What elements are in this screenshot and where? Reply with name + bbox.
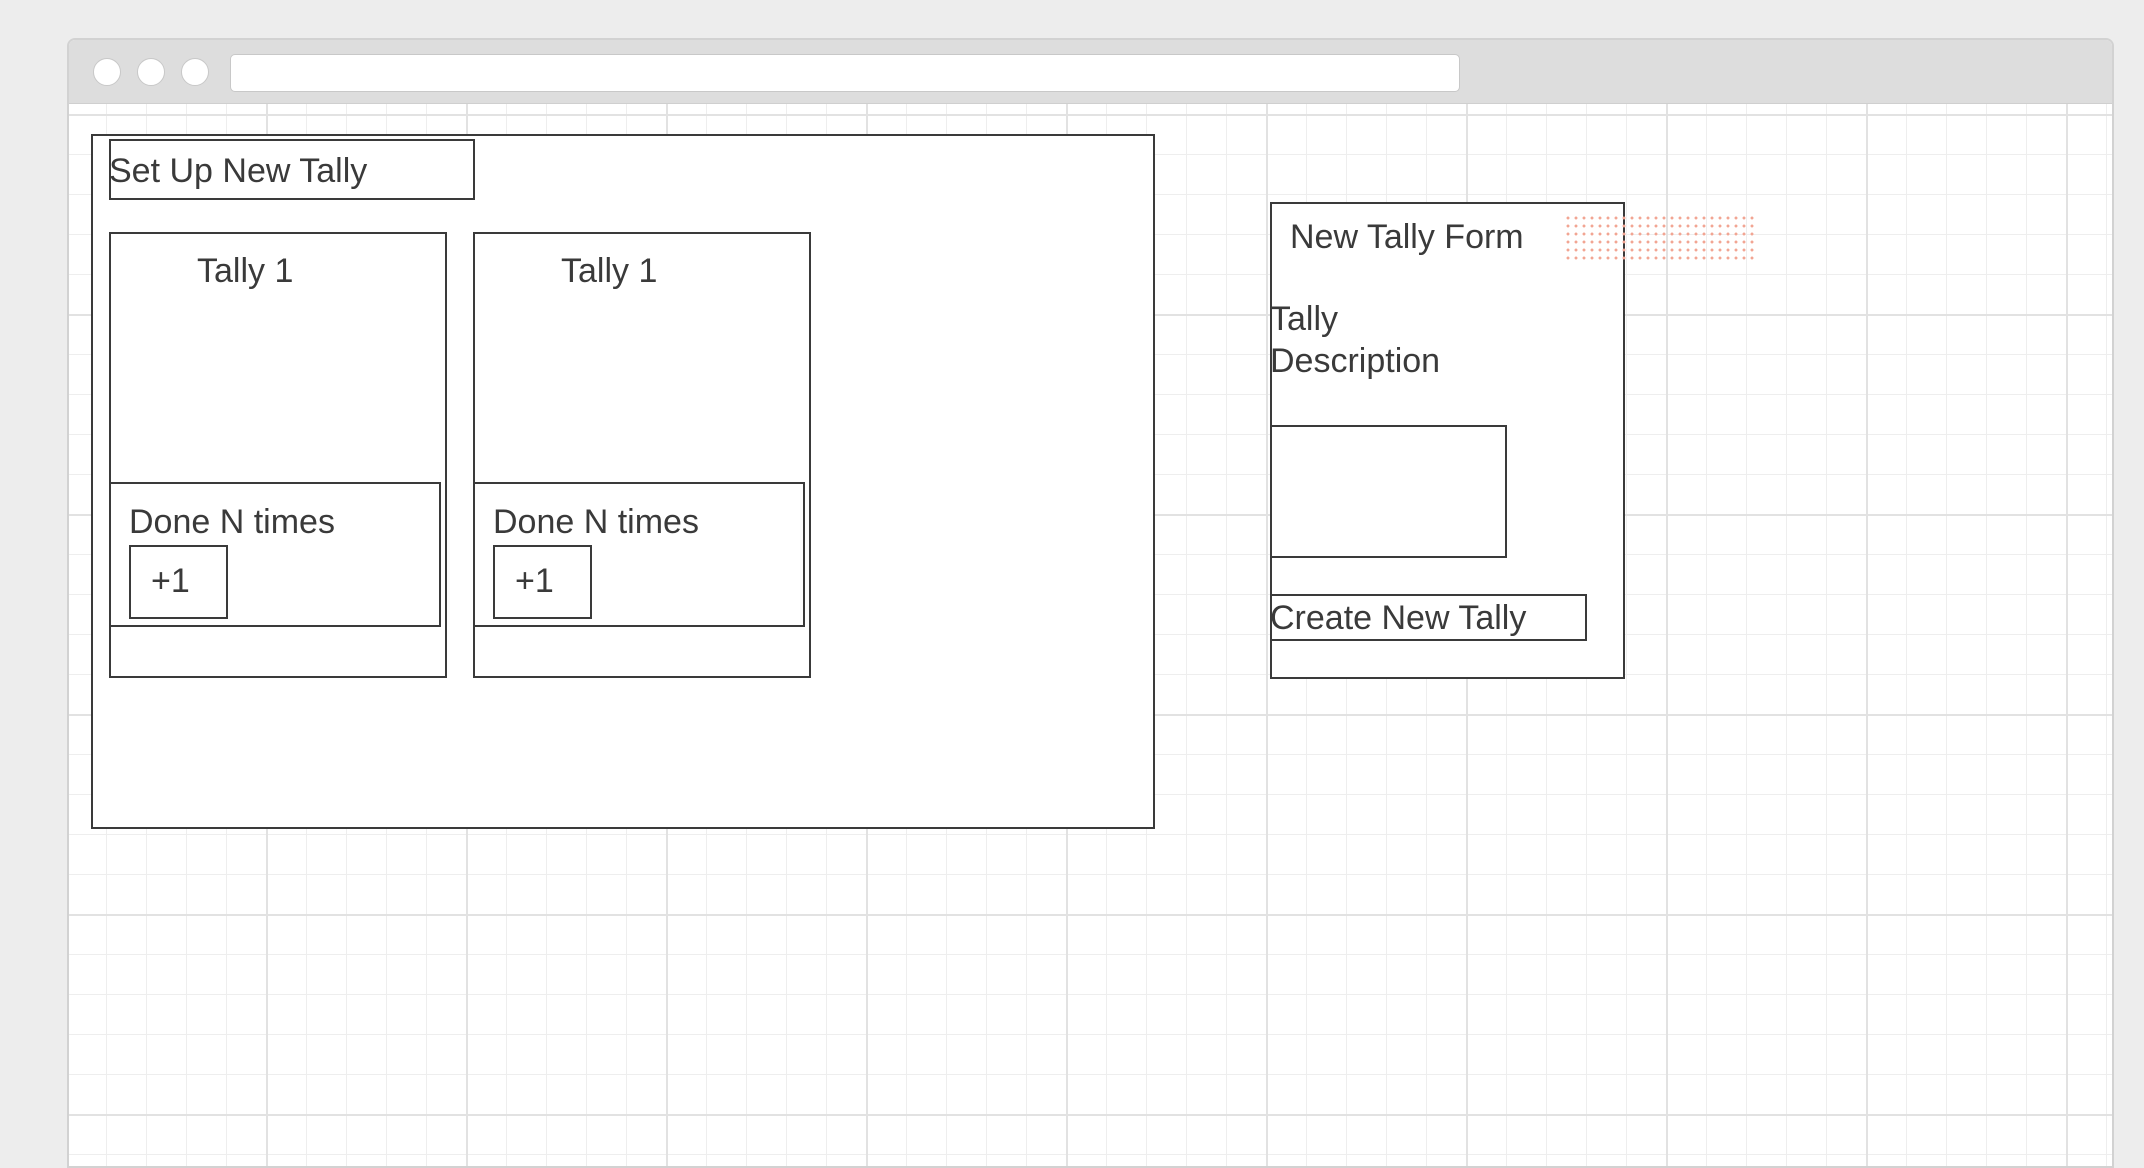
- increment-button[interactable]: +1: [129, 545, 228, 619]
- tally-count-section: Done N times +1: [109, 482, 441, 627]
- tally-done-count: Done N times: [493, 503, 699, 541]
- wireframe-canvas: Set Up New Tally Tally 1 Done N times +1…: [69, 104, 2112, 1166]
- tally-title: Tally 1: [561, 252, 658, 290]
- set-up-new-tally-button[interactable]: Set Up New Tally: [109, 139, 475, 200]
- increment-button[interactable]: +1: [493, 545, 592, 619]
- increment-label: +1: [151, 562, 190, 600]
- tally-card: Tally 1 Done N times +1: [109, 232, 447, 678]
- tally-card: Tally 1 Done N times +1: [473, 232, 811, 678]
- tally-description-input[interactable]: [1270, 425, 1507, 558]
- tally-count-section: Done N times +1: [473, 482, 805, 627]
- tally-description-label: Tally: [1270, 300, 1339, 338]
- close-window-icon[interactable]: [93, 58, 121, 86]
- browser-toolbar: [69, 40, 2112, 104]
- new-tally-form: New Tally Form Tally Description Create …: [1270, 202, 1625, 679]
- tally-done-count: Done N times: [129, 503, 335, 541]
- tally-title: Tally 1: [197, 252, 294, 290]
- create-new-tally-button[interactable]: Create New Tally: [1270, 594, 1587, 641]
- address-bar[interactable]: [230, 54, 1460, 92]
- tally-description-label: Description: [1270, 342, 1441, 380]
- selection-highlight: [1564, 214, 1754, 262]
- maximize-window-icon[interactable]: [181, 58, 209, 86]
- browser-window: Set Up New Tally Tally 1 Done N times +1…: [67, 38, 2114, 1168]
- set-up-new-tally-label: Set Up New Tally: [109, 152, 368, 190]
- increment-label: +1: [515, 562, 554, 600]
- create-new-tally-label: Create New Tally: [1270, 599, 1527, 637]
- form-title: New Tally Form: [1290, 218, 1524, 256]
- minimize-window-icon[interactable]: [137, 58, 165, 86]
